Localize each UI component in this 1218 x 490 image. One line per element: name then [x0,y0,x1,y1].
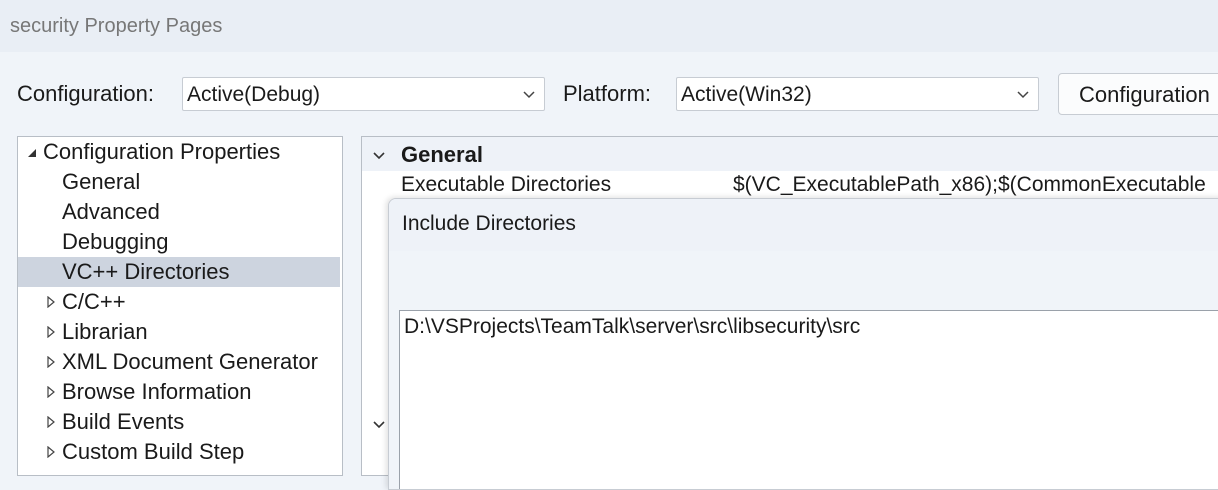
tree-item-vc-directories[interactable]: VC++ Directories [18,257,340,287]
tree-item-build-events[interactable]: Build Events [18,407,340,437]
tree-item-label: XML Document Generator [62,349,318,374]
tree-item-label: Custom Build Step [62,439,245,464]
configuration-select-value: Active(Debug) [187,83,321,106]
tree-item-c-cpp[interactable]: C/C++ [18,287,340,317]
collapsed-triangle-icon[interactable] [45,386,57,398]
tree-item-label: VC++ Directories [62,259,230,284]
tree-item-general[interactable]: General [18,167,340,197]
collapsed-triangle-icon[interactable] [45,446,57,458]
tree-item-label: Browse Information [62,379,252,404]
configuration-select[interactable]: Active(Debug) [182,77,545,111]
tree-item-label: Librarian [62,319,148,344]
chevron-down-icon[interactable] [372,417,386,431]
expanded-triangle-icon [28,149,36,157]
tree-item-label: Configuration Properties [43,139,281,164]
tree-item-label: Advanced [62,199,160,224]
chevron-down-icon [523,91,535,99]
title-bar: security Property Pages [0,0,1218,52]
include-directories-dialog: Include Directories D:\VSProjects\TeamTa… [388,198,1218,490]
window-title: security Property Pages [10,15,223,37]
grid-section-title: General [401,142,483,167]
tree-item-label: Build Events [62,409,185,434]
collapsed-triangle-icon[interactable] [45,326,57,338]
include-directories-value: D:\VSProjects\TeamTalk\server\src\libsec… [404,315,861,338]
tree-item-label: C/C++ [62,289,126,314]
platform-select-value: Active(Win32) [681,83,812,106]
dialog-title: Include Directories [402,212,576,235]
platform-label: Platform: [563,81,652,106]
tree-item-custom-build-step[interactable]: Custom Build Step [18,437,340,467]
tree-item-label: Debugging [62,229,169,254]
chevron-down-icon [1017,91,1029,99]
configuration-label: Configuration: [17,81,154,106]
configuration-manager-label: Configuration [1079,82,1210,107]
grid-row-executable-directories[interactable]: Executable Directories $(VC_ExecutablePa… [362,171,1218,201]
collapsed-triangle-icon[interactable] [45,416,57,428]
property-tree[interactable]: Configuration Properties General Advance… [17,136,343,476]
tree-item-advanced[interactable]: Advanced [18,197,340,227]
tree-item-librarian[interactable]: Librarian [18,317,340,347]
tree-item-browse-information[interactable]: Browse Information [18,377,340,407]
collapsed-triangle-icon[interactable] [45,356,57,368]
grid-section-header[interactable]: General [362,137,1218,171]
tree-item-configuration-properties[interactable]: Configuration Properties [18,137,340,167]
platform-select[interactable]: Active(Win32) [676,77,1039,111]
grid-row-value: $(VC_ExecutablePath_x86);$(CommonExecuta… [733,173,1206,196]
collapsed-triangle-icon[interactable] [45,296,57,308]
configuration-manager-button[interactable]: Configuration [1058,73,1218,115]
tree-item-xml-document-generator[interactable]: XML Document Generator [18,347,340,377]
grid-row-name: Executable Directories [401,173,612,196]
tree-item-label: General [62,169,141,194]
include-directories-textarea[interactable]: D:\VSProjects\TeamTalk\server\src\libsec… [399,310,1218,489]
chevron-down-icon[interactable] [372,148,386,162]
tree-item-debugging[interactable]: Debugging [18,227,340,257]
